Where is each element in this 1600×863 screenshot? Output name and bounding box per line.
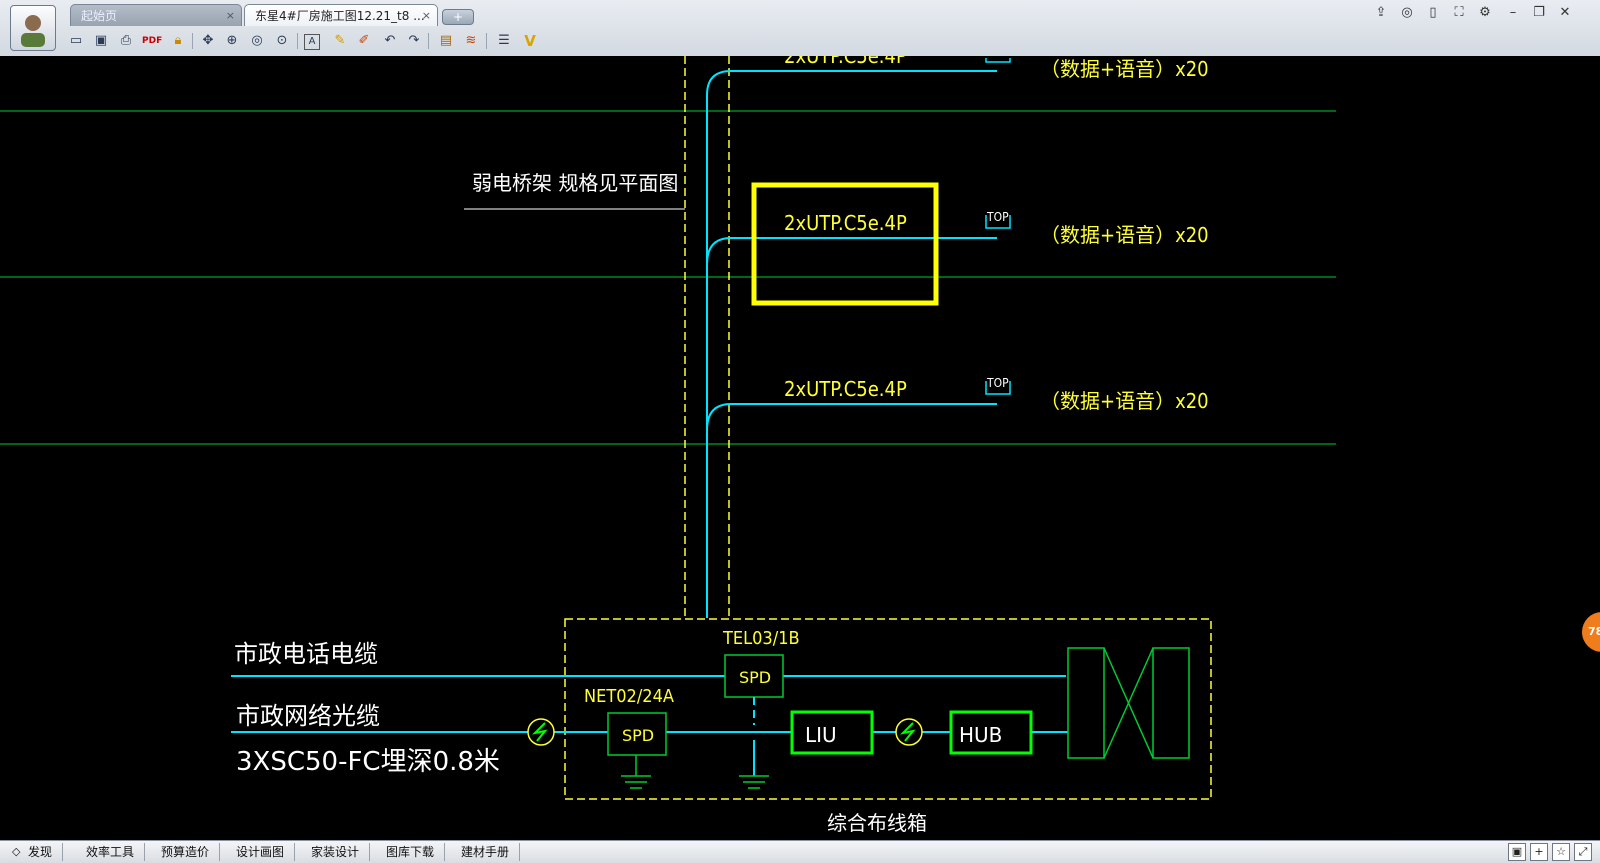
tab-home[interactable]: 起始页 × (70, 4, 242, 26)
wechat-icon[interactable]: ◎ (1398, 4, 1416, 22)
status-discover[interactable]: ◇ 发现 (4, 843, 64, 861)
expand-icon[interactable]: ⤢ (1574, 843, 1592, 861)
status-home-design[interactable]: 家装设计 (301, 843, 371, 861)
hub-label: HUB (959, 723, 1002, 747)
share-icon[interactable]: ⇪ (1372, 4, 1390, 22)
save-icon[interactable]: ▣ (91, 31, 111, 51)
status-bar: ◇ 发现 效率工具 预算造价 设计画图 家装设计 图库下载 建材手册 ▣ + ☆… (0, 840, 1600, 863)
drawing-canvas[interactable]: 2xUTP.C5e.4P 2xUTP.C5e.4P 2xUTP.C5e.4P T… (0, 56, 1600, 840)
phone-icon[interactable]: ▯ (1424, 4, 1442, 22)
phone-cable-label: 市政电话电缆 (234, 640, 378, 668)
liu-label: LIU (805, 723, 837, 747)
tab-home-label: 起始页 (81, 9, 118, 23)
star-icon[interactable]: ☆ (1552, 843, 1570, 861)
plus-icon[interactable]: + (1530, 843, 1548, 861)
status-materials[interactable]: 建材手册 (451, 843, 521, 861)
status-budget[interactable]: 预算造价 (151, 843, 221, 861)
print-icon[interactable]: ⎙ (116, 31, 136, 51)
tel-label: TEL03/1B (722, 628, 800, 649)
conduit-note: 3XSC50-FC埋深0.8米 (236, 747, 500, 777)
toolbar: ▭ ▣ ⎙ PDF 🔒︎ ✥ ⊕ ◎ ⊙ A ✎ ✐ ↶ ↷ ▤ ≋ ☰ V (64, 29, 564, 53)
status-design[interactable]: 设计画图 (226, 843, 296, 861)
pdf-icon[interactable]: PDF (142, 31, 162, 51)
v-icon[interactable]: V (520, 31, 540, 51)
tray-note: 弱电桥架 规格见平面图 (472, 171, 678, 195)
status-efficiency[interactable]: 效率工具 (76, 843, 146, 861)
outlet-note: （数据+语音）x20 (1040, 389, 1209, 413)
close-icon[interactable]: ✕ (1556, 4, 1574, 22)
outlet-note: （数据+语音）x20 (1040, 223, 1209, 247)
box-label: 综合布线箱 (827, 811, 927, 835)
cable-label-low: 2xUTP.C5e.4P (784, 377, 907, 401)
outlet-note: （数据+语音）x20 (1040, 57, 1209, 81)
text-icon[interactable]: A (304, 34, 320, 50)
top-tag: TOP (986, 376, 1009, 390)
tab-strip: 起始页 × 东星4#厂房施工图12.21_t8 ... × + (66, 0, 1366, 27)
cable-label-top: 2xUTP.C5e.4P (784, 56, 907, 68)
status-library[interactable]: 图库下载 (376, 843, 446, 861)
pan-icon[interactable]: ✥ (198, 31, 218, 51)
toolbar-divider (428, 33, 429, 49)
new-tab-button[interactable]: + (442, 9, 474, 25)
net-spd-label: SPD (622, 726, 654, 745)
fullscreen-icon[interactable]: ⛶ (1450, 4, 1468, 22)
tel-spd-label: SPD (739, 668, 771, 687)
fiber-connector-icon (895, 718, 923, 746)
pencil-icon[interactable]: ✎ (330, 31, 350, 51)
settings-icon[interactable]: ⚙ (1476, 4, 1494, 22)
minimize-icon[interactable]: – (1504, 4, 1522, 22)
discover-icon: ◇ (12, 845, 21, 858)
top-tag: TOP (986, 210, 1009, 224)
highlighter-icon[interactable]: ✐ (354, 31, 374, 51)
tab-drawing-label: 东星4#厂房施工图12.21_t8 ... (255, 9, 425, 23)
layout-icon[interactable]: ▣ (1508, 843, 1526, 861)
zoom-window-icon[interactable]: ◎ (247, 31, 267, 51)
user-avatar[interactable] (10, 5, 56, 51)
net-label: NET02/24A (584, 686, 674, 707)
toolbar-divider (486, 33, 487, 49)
cable-label-mid: 2xUTP.C5e.4P (784, 211, 907, 235)
undo-icon[interactable]: ↶ (380, 31, 400, 51)
fiber-cable-label: 市政网络光缆 (236, 702, 380, 730)
toolbar-divider (192, 33, 193, 49)
tab-home-close-icon[interactable]: × (226, 5, 235, 27)
fiber-connector-icon (527, 718, 555, 746)
layers-icon[interactable]: ☰ (494, 31, 514, 51)
open-icon[interactable]: ▭ (66, 31, 86, 51)
restore-icon[interactable]: ❐ (1530, 4, 1548, 22)
avatar-icon (21, 15, 45, 47)
zoom-extent-icon[interactable]: ⊙ (272, 31, 292, 51)
dimension-icon[interactable]: ≋ (461, 31, 481, 51)
measure-icon[interactable]: ▤ (436, 31, 456, 51)
tab-drawing[interactable]: 东星4#厂房施工图12.21_t8 ... × (244, 4, 438, 26)
redo-icon[interactable]: ↷ (404, 31, 424, 51)
lock-icon[interactable]: 🔒︎ (168, 31, 188, 51)
toolbar-divider (297, 33, 298, 49)
zoom-in-icon[interactable]: ⊕ (222, 31, 242, 51)
status-discover-label: 发现 (28, 845, 53, 859)
title-bar: 起始页 × 东星4#厂房施工图12.21_t8 ... × + ⇪ ◎ ▯ ⛶ … (0, 0, 1600, 57)
tab-drawing-close-icon[interactable]: × (422, 5, 431, 27)
